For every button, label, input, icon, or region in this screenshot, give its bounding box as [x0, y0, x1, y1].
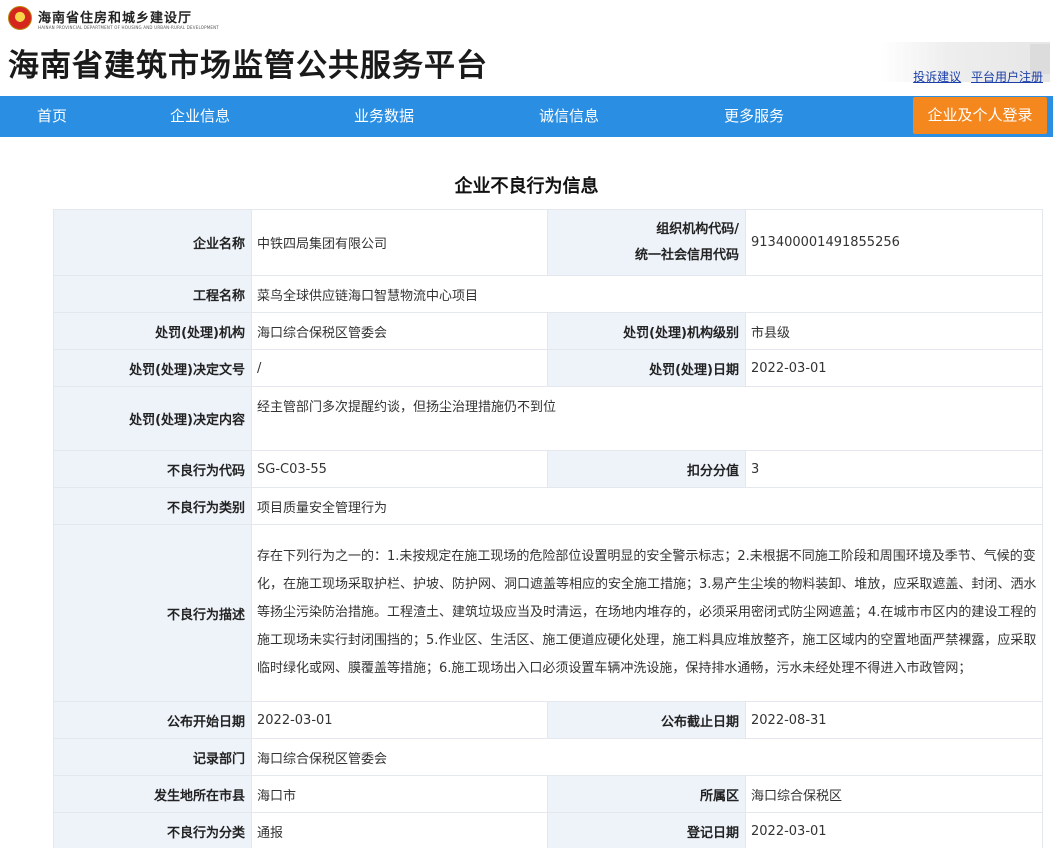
department-english-name: HAINAN PROVINCIAL DEPARTMENT OF HOUSING …: [38, 25, 219, 30]
publish-end-value: 2022-08-31: [745, 701, 1043, 739]
table-row: 不良行为分类 通报 登记日期 2022-03-01: [53, 812, 1043, 848]
table-row: 处罚(处理)决定内容 经主管部门多次提醒约谈，但扬尘治理措施仍不到位: [53, 386, 1043, 451]
register-date-value: 2022-03-01: [745, 812, 1043, 848]
table-row: 不良行为类别 项目质量安全管理行为: [53, 487, 1043, 525]
classification-label: 不良行为分类: [53, 812, 252, 848]
table-row: 不良行为代码 SG-C03-55 扣分分值 3: [53, 450, 1043, 488]
complaint-link[interactable]: 投诉建议: [913, 70, 961, 84]
city-label: 发生地所在市县: [53, 775, 252, 813]
decision-content-value: 经主管部门多次提醒约谈，但扬尘治理措施仍不到位: [251, 386, 1043, 451]
record-dept-value: 海口综合保税区管委会: [251, 738, 1043, 776]
org-code-label: 组织机构代码/ 统一社会信用代码: [547, 209, 746, 276]
login-button[interactable]: 企业及个人登录: [913, 97, 1047, 134]
record-dept-label: 记录部门: [53, 738, 252, 776]
district-label: 所属区: [547, 775, 746, 813]
deduction-label: 扣分分值: [547, 450, 746, 488]
decision-content-label: 处罚(处理)决定内容: [53, 386, 252, 451]
table-row: 工程名称 菜鸟全球供应链海口智慧物流中心项目: [53, 275, 1043, 313]
company-name-label: 企业名称: [53, 209, 252, 276]
org-code-label-line1: 组织机构代码/: [656, 221, 739, 237]
nav-item-credit-info[interactable]: 诚信信息: [539, 96, 599, 137]
penalty-org-value: 海口综合保税区管委会: [251, 312, 548, 350]
publish-end-label: 公布截止日期: [547, 701, 746, 739]
emblem-icon: [8, 6, 32, 30]
behavior-code-value: SG-C03-55: [251, 450, 548, 488]
behavior-code-label: 不良行为代码: [53, 450, 252, 488]
project-name-value: 菜鸟全球供应链海口智慧物流中心项目: [251, 275, 1043, 313]
page-title: 企业不良行为信息: [454, 176, 599, 197]
behavior-category-label: 不良行为类别: [53, 487, 252, 525]
behavior-desc-label: 不良行为描述: [53, 524, 252, 702]
nav-item-company-info[interactable]: 企业信息: [170, 96, 230, 137]
main-nav: 首页 企业信息 业务数据 诚信信息 更多服务 企业及个人登录: [0, 96, 1053, 137]
penalty-org-level-value: 市县级: [745, 312, 1043, 350]
table-row: 处罚(处理)决定文号 / 处罚(处理)日期 2022-03-01: [53, 349, 1043, 387]
register-link[interactable]: 平台用户注册: [971, 70, 1043, 84]
nav-item-business-data[interactable]: 业务数据: [354, 96, 414, 137]
publish-start-label: 公布开始日期: [53, 701, 252, 739]
site-header: 海南省住房和城乡建设厅 HAINAN PROVINCIAL DEPARTMENT…: [0, 0, 1053, 96]
behavior-category-value: 项目质量安全管理行为: [251, 487, 1043, 525]
project-name-label: 工程名称: [53, 275, 252, 313]
deduction-value: 3: [745, 450, 1043, 488]
decision-no-label: 处罚(处理)决定文号: [53, 349, 252, 387]
nav-item-home[interactable]: 首页: [37, 96, 67, 137]
classification-value: 通报: [251, 812, 548, 848]
site-title: 海南省建筑市场监管公共服务平台: [8, 48, 488, 84]
penalty-org-level-label: 处罚(处理)机构级别: [547, 312, 746, 350]
top-links: 投诉建议 平台用户注册: [907, 68, 1043, 85]
behavior-desc-value: 存在下列行为之一的：1.未按规定在施工现场的危险部位设置明显的安全警示标志；2.…: [251, 524, 1043, 702]
city-value: 海口市: [251, 775, 548, 813]
penalty-date-value: 2022-03-01: [745, 349, 1043, 387]
district-value: 海口综合保税区: [745, 775, 1043, 813]
org-code-label-line2: 统一社会信用代码: [634, 247, 739, 263]
register-date-label: 登记日期: [547, 812, 746, 848]
table-row: 发生地所在市县 海口市 所属区 海口综合保税区: [53, 775, 1043, 813]
department-name: 海南省住房和城乡建设厅: [38, 11, 193, 26]
publish-start-value: 2022-03-01: [251, 701, 548, 739]
table-row: 处罚(处理)机构 海口综合保税区管委会 处罚(处理)机构级别 市县级: [53, 312, 1043, 350]
decision-no-value: /: [251, 349, 548, 387]
penalty-org-label: 处罚(处理)机构: [53, 312, 252, 350]
table-row: 记录部门 海口综合保税区管委会: [53, 738, 1043, 776]
record-table: 企业名称 中铁四局集团有限公司 组织机构代码/ 统一社会信用代码 9134000…: [53, 209, 1043, 848]
table-row: 公布开始日期 2022-03-01 公布截止日期 2022-08-31: [53, 701, 1043, 739]
org-code-value: 913400001491855256: [745, 209, 1043, 276]
penalty-date-label: 处罚(处理)日期: [547, 349, 746, 387]
table-row: 不良行为描述 存在下列行为之一的：1.未按规定在施工现场的危险部位设置明显的安全…: [53, 524, 1043, 702]
table-row: 企业名称 中铁四局集团有限公司 组织机构代码/ 统一社会信用代码 9134000…: [53, 209, 1043, 276]
nav-item-more-services[interactable]: 更多服务: [724, 96, 784, 137]
company-name-value: 中铁四局集团有限公司: [251, 209, 548, 276]
